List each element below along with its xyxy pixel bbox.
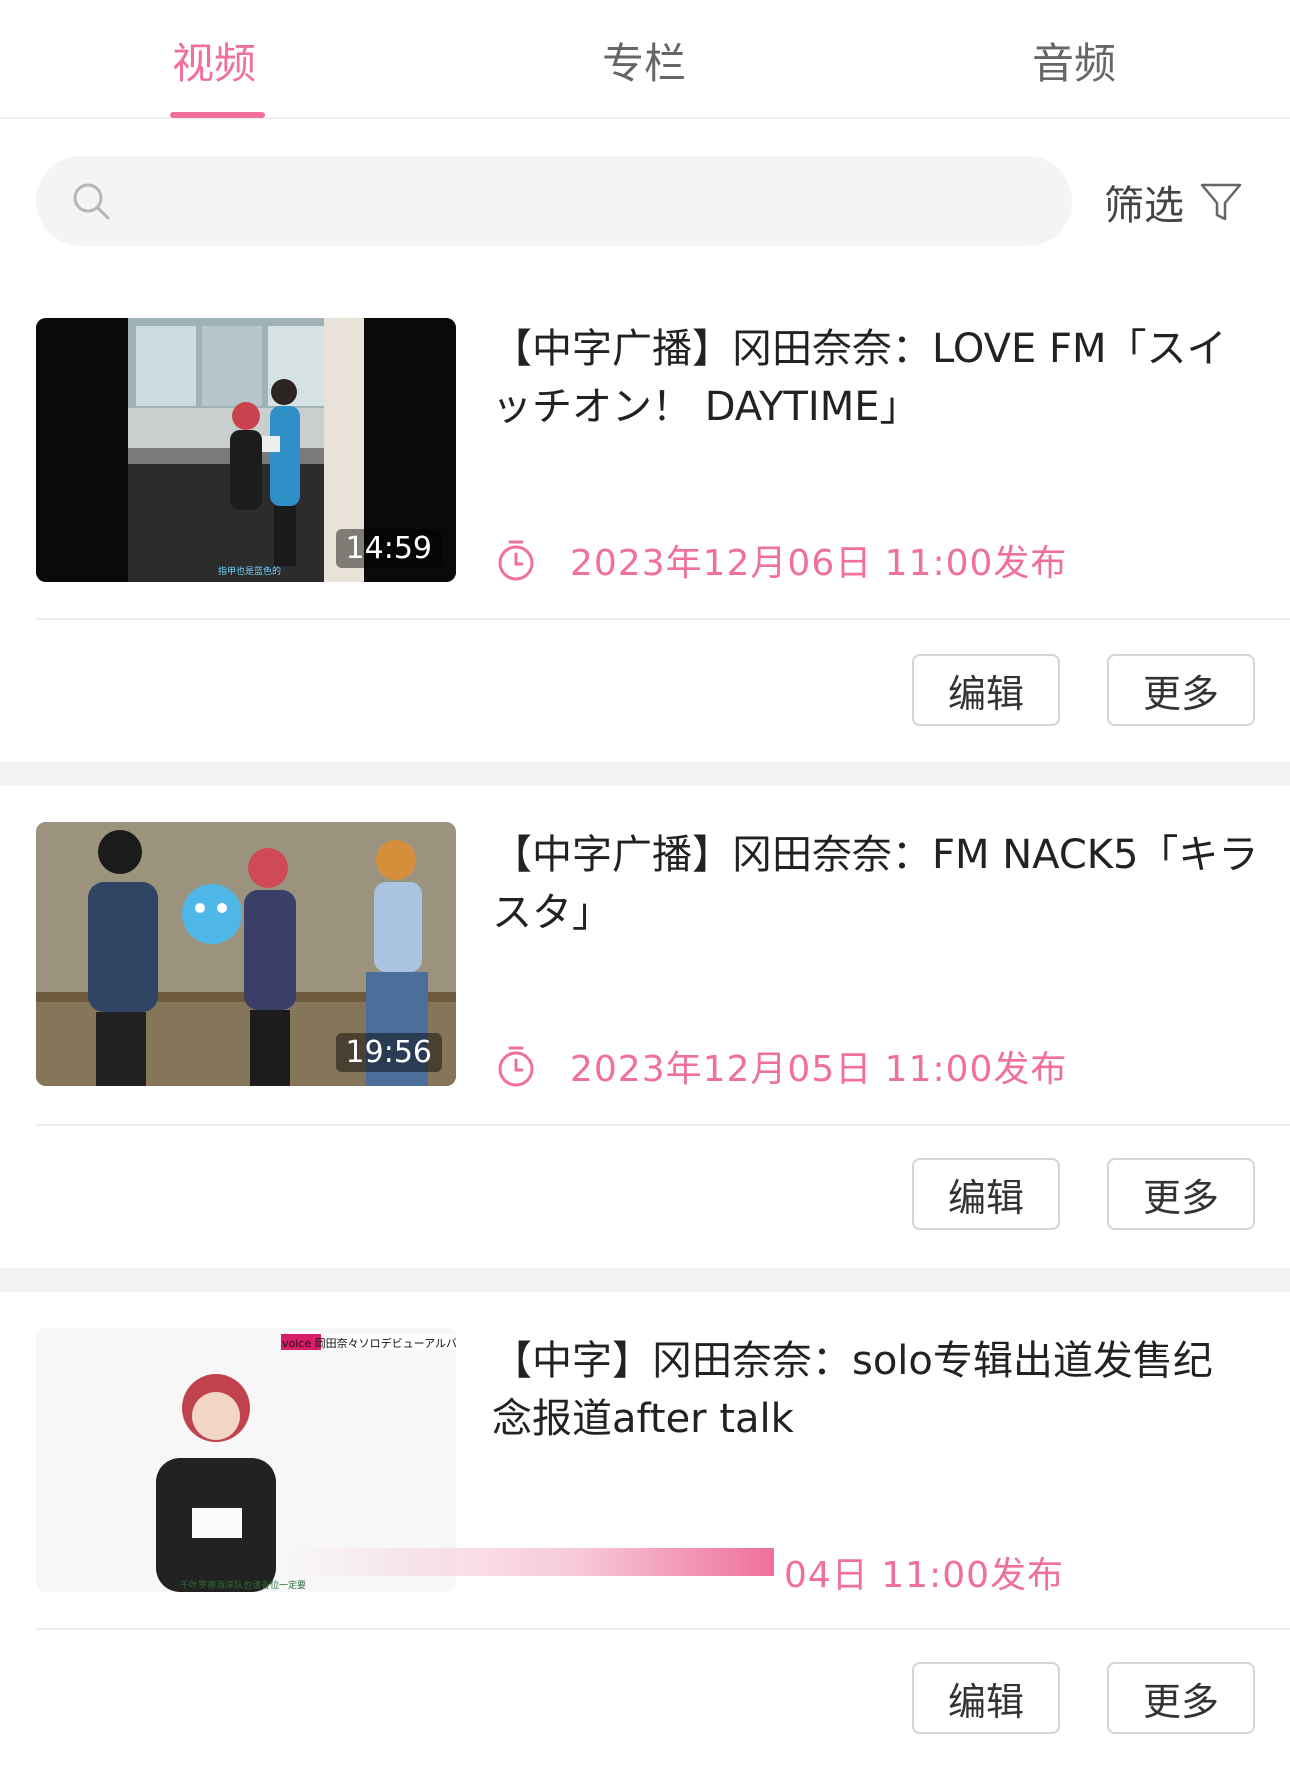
video-title[interactable]: 【中字广播】冈田奈奈：LOVE FM「スイッチオン！ DAYTIME」: [492, 320, 1262, 436]
publish-info: 04日 11:00发布: [784, 1546, 1064, 1598]
search-icon: [73, 183, 110, 220]
tab-video[interactable]: 视频: [114, 30, 314, 91]
divider: [36, 618, 1290, 620]
thumbnail-caption: 千叶罗德海洋队也请各位一定要: [180, 1581, 307, 1591]
video-title[interactable]: 【中字广播】冈田奈奈：FM NACK5「キラスタ」: [492, 826, 1262, 942]
publish-time: 2023年12月05日 11:00发布: [570, 1049, 1068, 1090]
video-card: 19:56 【中字广播】冈田奈奈：FM NACK5「キラスタ」 2023年12月…: [0, 786, 1290, 1268]
publish-info: 2023年12月05日 11:00发布: [494, 1040, 1067, 1092]
tab-bar: 视频 专栏 音频: [0, 0, 1290, 119]
video-card: 14:59 指甲也是蓝色的 【中字广播】冈田奈奈：LOVE FM「スイッチオン！…: [0, 296, 1290, 762]
video-duration: 14:59: [335, 529, 442, 568]
thumbnail-caption: 指甲也是蓝色的: [218, 567, 282, 577]
more-button[interactable]: 更多: [1107, 1662, 1255, 1734]
more-button[interactable]: 更多: [1107, 1158, 1255, 1230]
timer-icon: [498, 540, 534, 581]
publish-info: 2023年12月06日 11:00发布: [494, 534, 1067, 586]
video-card: voice 岡田奈々ソロデビューアルバ 千叶罗德海洋队也请各位一定要 【中字】冈…: [0, 1292, 1290, 1768]
thumbnail-banner: voice 岡田奈々ソロデビューアルバ: [282, 1337, 456, 1350]
tab-column[interactable]: 专栏: [544, 30, 744, 91]
tab-audio[interactable]: 音频: [974, 30, 1174, 91]
edit-button[interactable]: 编辑: [912, 654, 1060, 726]
publish-time: 2023年12月06日 11:00发布: [570, 543, 1068, 584]
active-tab-indicator: [170, 112, 265, 118]
video-thumbnail[interactable]: 14:59 指甲也是蓝色的: [36, 318, 456, 582]
publish-time: 04日 11:00发布: [784, 1555, 1064, 1596]
timer-icon: [498, 1046, 534, 1087]
edit-button[interactable]: 编辑: [912, 1158, 1060, 1230]
more-button[interactable]: 更多: [1107, 654, 1255, 726]
section-gap: [0, 1268, 1290, 1292]
section-gap: [0, 762, 1290, 786]
video-thumbnail[interactable]: 19:56: [36, 822, 456, 1086]
filter-icon: [1200, 183, 1242, 221]
filter-button[interactable]: 筛选: [1104, 172, 1244, 232]
filter-label: 筛选: [1104, 183, 1184, 229]
divider: [36, 1124, 1290, 1126]
edit-button[interactable]: 编辑: [912, 1662, 1060, 1734]
loading-overlay-bar: [290, 1548, 774, 1576]
divider: [36, 1628, 1290, 1630]
video-duration: 19:56: [335, 1033, 442, 1072]
search-bar[interactable]: [36, 156, 1072, 246]
video-title[interactable]: 【中字】冈田奈奈：solo专辑出道发售纪念报道after talk: [492, 1332, 1252, 1448]
search-input[interactable]: [136, 176, 1036, 226]
